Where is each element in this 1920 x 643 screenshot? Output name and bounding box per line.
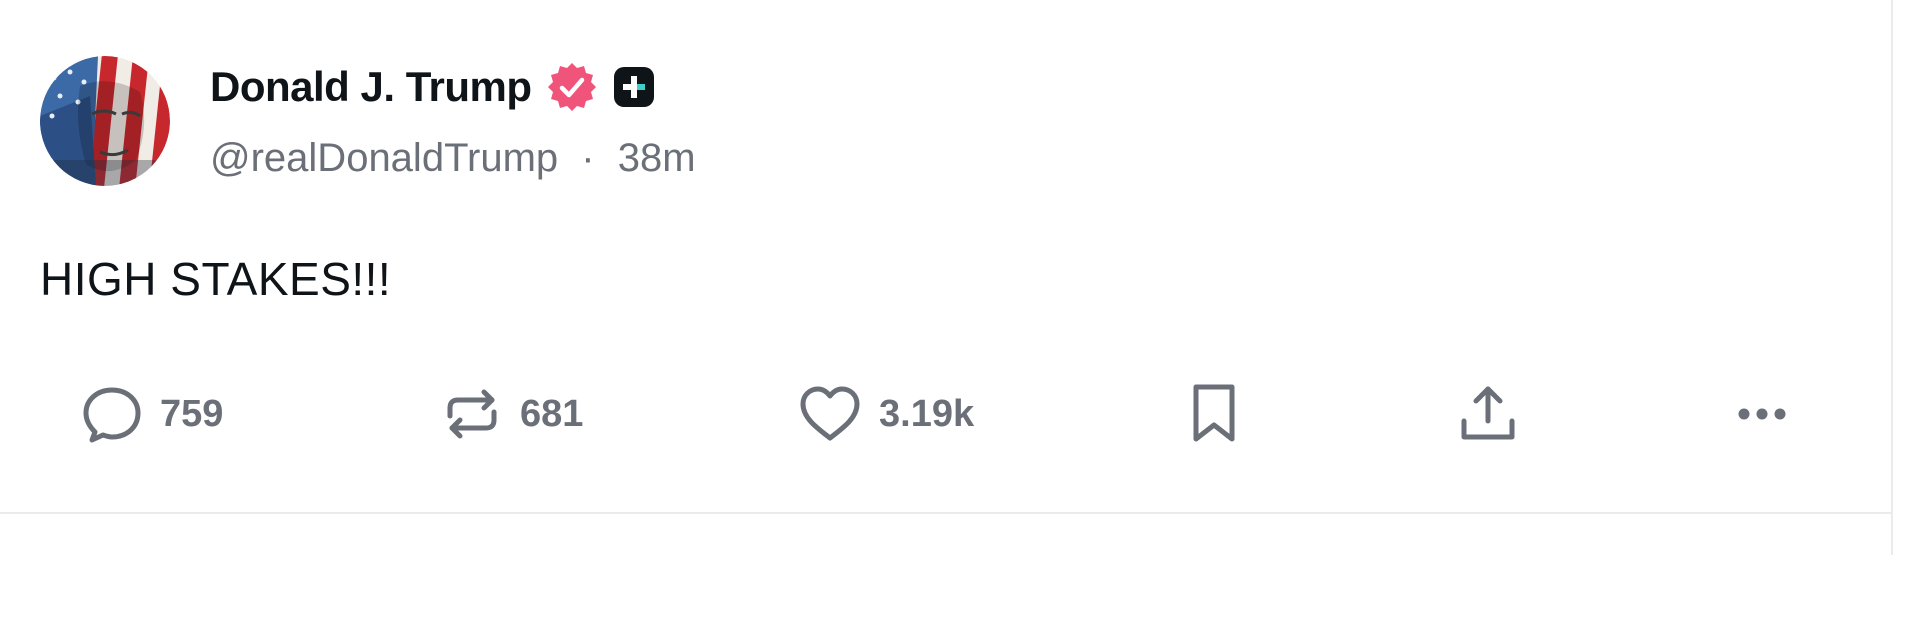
author-name[interactable]: Donald J. Trump: [210, 63, 532, 111]
like-count: 3.19k: [879, 392, 975, 435]
reply-button[interactable]: 759: [80, 378, 223, 450]
plus-badge-icon: [613, 67, 654, 107]
avatar[interactable]: [40, 56, 170, 186]
avatar-image: [40, 56, 170, 186]
share-icon: [1461, 386, 1515, 440]
reply-count: 759: [160, 392, 224, 435]
heart-icon: [800, 386, 860, 441]
repost-icon: [447, 389, 497, 439]
post-text: HIGH STAKES!!!: [40, 253, 392, 305]
bookmark-icon: [1193, 384, 1235, 442]
author-row: Donald J. Trump: [210, 60, 656, 114]
repost-button[interactable]: 681: [440, 378, 583, 450]
repost-count: 681: [520, 392, 584, 435]
more-button[interactable]: [1730, 378, 1794, 450]
like-button[interactable]: 3.19k: [797, 378, 974, 450]
post-timestamp[interactable]: 38m: [618, 136, 696, 180]
author-handle[interactable]: @realDonaldTrump: [210, 136, 558, 180]
meta-separator: ·: [581, 136, 595, 180]
verified-icon: [547, 63, 596, 111]
comment-icon: [83, 387, 141, 443]
bookmark-button[interactable]: [1186, 378, 1242, 450]
share-button[interactable]: [1456, 378, 1520, 450]
column-divider: [1891, 0, 1893, 555]
post-meta: @realDonaldTrump · 38m: [210, 136, 696, 181]
post-card: Donald J. Trump @realDonaldTrump · 38m H…: [0, 0, 1891, 514]
more-icon: [1738, 408, 1786, 420]
